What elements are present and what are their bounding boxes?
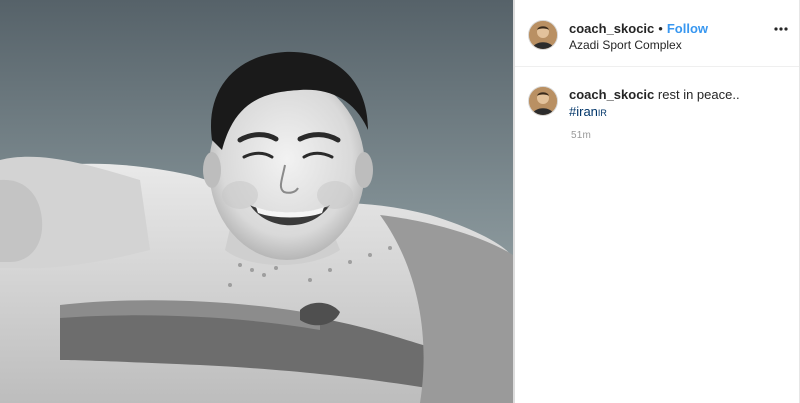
header-user-line: coach_skocic • Follow [569, 21, 708, 36]
caption: coach_skocic rest in peace.. #iranIR [569, 86, 789, 122]
post-username[interactable]: coach_skocic [569, 21, 654, 36]
post-photo[interactable] [0, 0, 513, 403]
avatar[interactable] [528, 20, 558, 50]
post-sidebar: coach_skocic • Follow Azadi Sport Comple… [515, 0, 800, 403]
post-photo-image [0, 0, 513, 403]
hashtag-link[interactable]: #iranIR [569, 103, 789, 122]
profile-photo-icon [529, 21, 557, 49]
hashtag-text: #iran [569, 104, 598, 119]
caption-avatar[interactable] [528, 86, 558, 116]
separator-dot: • [658, 21, 663, 36]
caption-username[interactable]: coach_skocic [569, 87, 654, 102]
post-timestamp[interactable]: 51m [571, 130, 591, 141]
caption-text: rest in peace.. [657, 87, 740, 102]
follow-button[interactable]: Follow [667, 21, 708, 36]
flag-text: IR [597, 108, 607, 118]
more-options-icon[interactable] [774, 26, 788, 32]
profile-photo-icon [529, 87, 557, 115]
post-location[interactable]: Azadi Sport Complex [569, 38, 682, 52]
instagram-post: coach_skocic • Follow Azadi Sport Comple… [0, 0, 800, 403]
post-header: coach_skocic • Follow Azadi Sport Comple… [515, 0, 800, 67]
